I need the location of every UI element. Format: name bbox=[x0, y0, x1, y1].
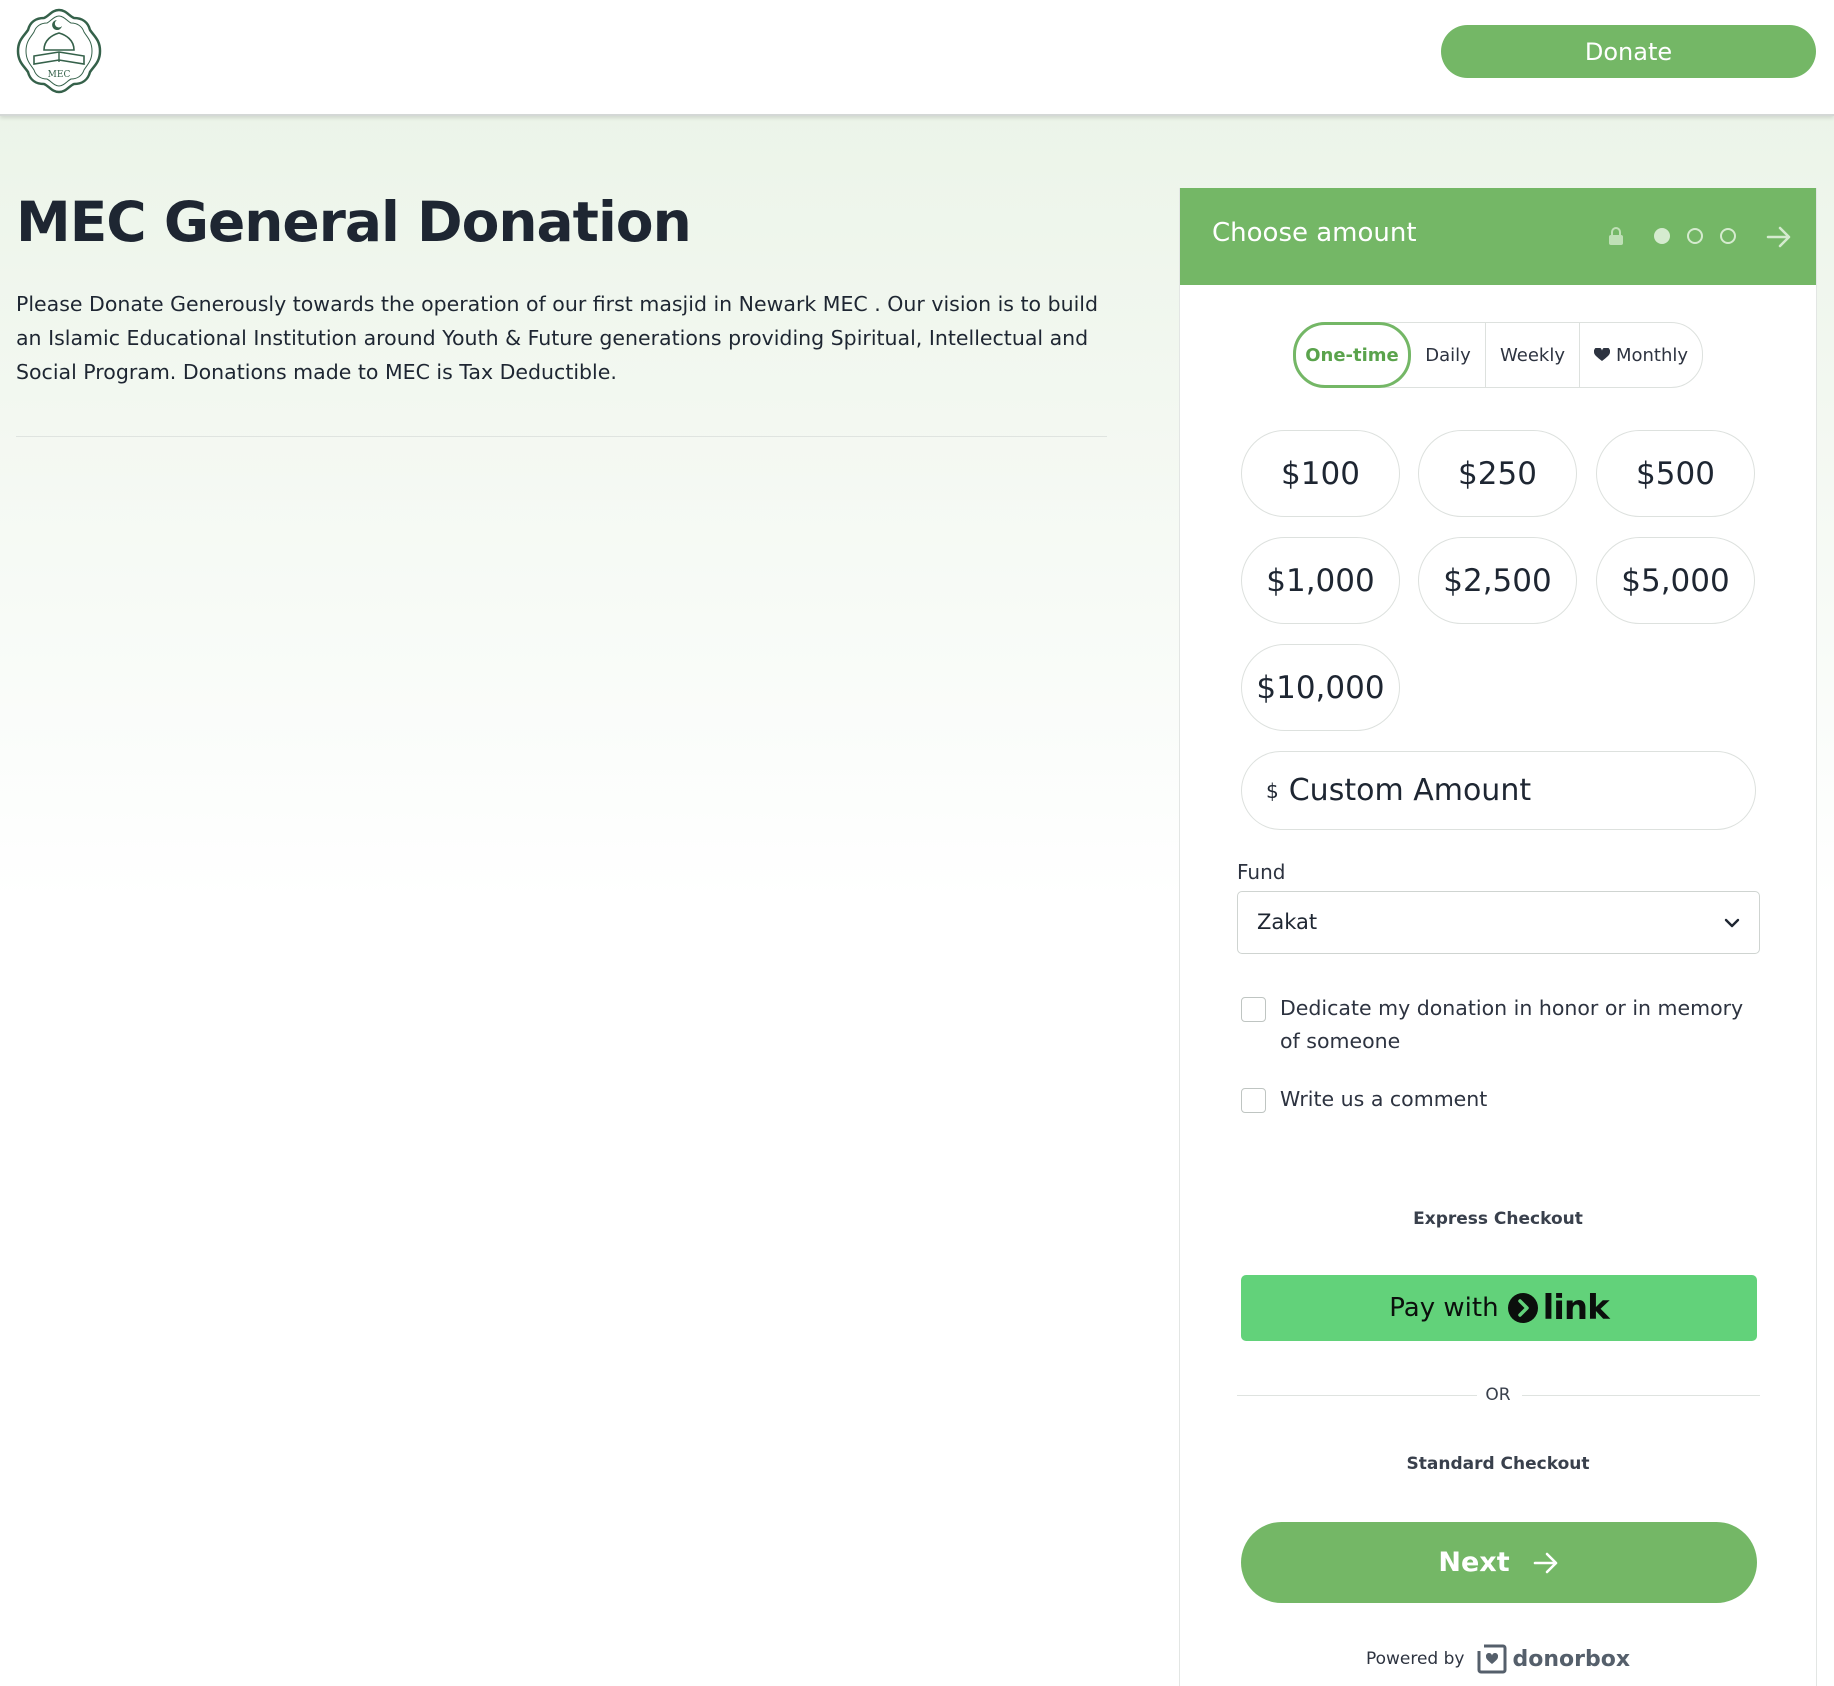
form-header: Choose amount bbox=[1180, 188, 1816, 285]
pay-with-link-button[interactable]: Pay with link bbox=[1241, 1275, 1757, 1341]
donation-form: Choose amount One-time Daily Weekly Mont… bbox=[1179, 188, 1817, 1686]
page-title: MEC General Donation bbox=[16, 190, 692, 254]
lock-icon bbox=[1609, 227, 1623, 245]
dedicate-option: Dedicate my donation in honor or in memo… bbox=[1241, 996, 1761, 1058]
comment-option: Write us a comment bbox=[1241, 1087, 1487, 1116]
amount-option[interactable]: $500 bbox=[1596, 430, 1755, 517]
svg-text:MEC: MEC bbox=[48, 70, 71, 80]
campaign-description: Please Donate Generously towards the ope… bbox=[16, 292, 1099, 384]
frequency-weekly[interactable]: Weekly bbox=[1486, 323, 1580, 387]
express-checkout-label: Express Checkout bbox=[1413, 1209, 1583, 1229]
link-logo-icon bbox=[1507, 1293, 1538, 1323]
custom-amount-field: $ bbox=[1241, 751, 1756, 830]
chevron-down-icon bbox=[1724, 918, 1740, 928]
step-indicator-2 bbox=[1687, 228, 1703, 244]
fund-selected-value: Zakat bbox=[1257, 910, 1318, 934]
step-indicator-1 bbox=[1654, 228, 1670, 244]
frequency-selector: One-time Daily Weekly Monthly bbox=[1293, 322, 1703, 388]
comment-label: Write us a comment bbox=[1280, 1087, 1488, 1111]
powered-by: Powered by donorbox bbox=[1180, 1643, 1816, 1675]
top-bar: MEC Donate bbox=[0, 0, 1834, 116]
content-divider bbox=[16, 436, 1107, 437]
comment-checkbox[interactable] bbox=[1241, 1088, 1266, 1113]
frequency-daily[interactable]: Daily bbox=[1411, 323, 1486, 387]
step-indicator-3 bbox=[1720, 228, 1736, 244]
custom-amount-input[interactable] bbox=[1286, 759, 1731, 822]
next-button[interactable]: Next bbox=[1241, 1522, 1757, 1603]
powered-by-label: Powered by bbox=[1365, 1649, 1465, 1669]
donate-button[interactable]: Donate bbox=[1441, 25, 1816, 78]
amount-option[interactable]: $10,000 bbox=[1241, 644, 1400, 731]
amount-option[interactable]: $1,000 bbox=[1241, 537, 1400, 624]
mec-logo[interactable]: MEC bbox=[14, 6, 104, 96]
form-step-title: Choose amount bbox=[1212, 218, 1417, 248]
dedicate-label: Dedicate my donation in honor or in memo… bbox=[1280, 996, 1744, 1053]
fund-select[interactable]: Zakat bbox=[1237, 891, 1760, 954]
frequency-one-time[interactable]: One-time bbox=[1293, 322, 1411, 388]
donorbox-logo-icon bbox=[1477, 1644, 1507, 1674]
pay-with-label: Pay with bbox=[1389, 1293, 1499, 1323]
dedicate-checkbox[interactable] bbox=[1241, 997, 1266, 1022]
amount-option[interactable]: $5,000 bbox=[1596, 537, 1755, 624]
or-label: OR bbox=[1485, 1385, 1511, 1405]
standard-checkout-label: Standard Checkout bbox=[1406, 1454, 1590, 1474]
frequency-monthly-label: Monthly bbox=[1615, 344, 1689, 366]
fund-label: Fund bbox=[1237, 860, 1286, 884]
amount-option[interactable]: $250 bbox=[1418, 430, 1577, 517]
link-brand: link bbox=[1542, 1288, 1610, 1328]
frequency-monthly[interactable]: Monthly bbox=[1580, 323, 1702, 387]
heart-icon bbox=[1593, 348, 1610, 361]
amount-option[interactable]: $100 bbox=[1241, 430, 1400, 517]
arrow-right-icon[interactable] bbox=[1765, 223, 1793, 251]
donorbox-brand: donorbox bbox=[1512, 1646, 1631, 1672]
next-label: Next bbox=[1438, 1547, 1510, 1578]
amount-option[interactable]: $2,500 bbox=[1418, 537, 1577, 624]
currency-symbol: $ bbox=[1266, 778, 1279, 803]
arrow-right-icon bbox=[1533, 1552, 1557, 1573]
